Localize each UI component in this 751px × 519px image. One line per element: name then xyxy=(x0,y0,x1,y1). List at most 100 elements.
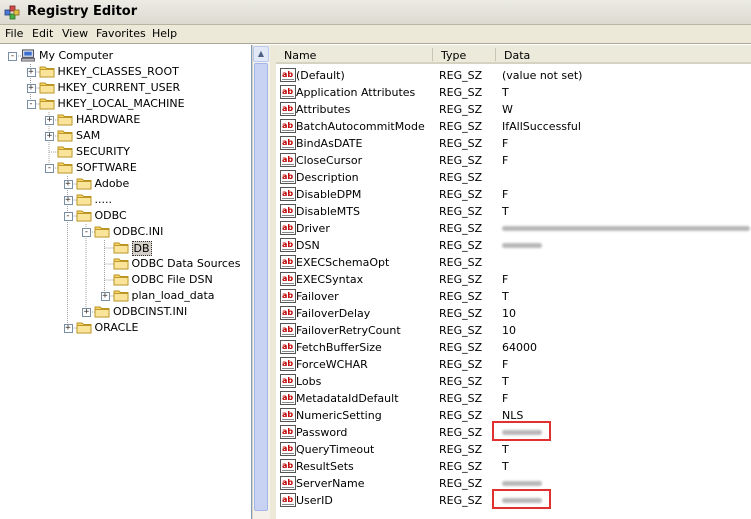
expand-icon[interactable]: + xyxy=(45,116,54,125)
expand-icon[interactable]: + xyxy=(63,196,73,205)
tree-node[interactable]: - HKEY_LOCAL_MACHINE xyxy=(0,96,251,112)
expand-icon[interactable]: + xyxy=(26,68,36,77)
collapse-icon[interactable]: - xyxy=(45,164,54,173)
value-row[interactable]: ab Driver REG_SZ xyxy=(276,220,751,237)
menu-edit[interactable]: Edit xyxy=(32,27,53,40)
value-row[interactable]: ab FailoverRetryCount REG_SZ 10 xyxy=(276,322,751,339)
tree-node[interactable]: DB xyxy=(0,240,251,256)
string-value-icon: ab xyxy=(280,442,296,456)
column-header-type[interactable]: Type xyxy=(433,45,496,64)
value-row[interactable]: ab BindAsDATE REG_SZ F xyxy=(276,135,751,152)
scroll-thumb[interactable] xyxy=(254,63,268,511)
folder-icon xyxy=(39,82,54,94)
tree-node[interactable]: + Adobe xyxy=(0,176,251,192)
value-row[interactable]: ab Application Attributes REG_SZ T xyxy=(276,84,751,101)
svg-text:ab: ab xyxy=(282,274,293,283)
value-row[interactable]: ab Lobs REG_SZ T xyxy=(276,373,751,390)
scroll-up-button[interactable]: ▲ xyxy=(253,46,269,62)
value-row[interactable]: ab ResultSets REG_SZ T xyxy=(276,458,751,475)
collapse-icon[interactable]: - xyxy=(63,212,73,221)
svg-text:ab: ab xyxy=(282,376,293,385)
tree-node-label: ODBC File DSN xyxy=(131,273,213,286)
value-data: W xyxy=(502,103,513,116)
value-row[interactable]: ab EXECSyntax REG_SZ F xyxy=(276,271,751,288)
column-separator[interactable] xyxy=(432,48,433,61)
collapse-icon[interactable]: - xyxy=(8,52,17,61)
tree-node[interactable]: ODBC Data Sources xyxy=(0,256,251,272)
expand-icon[interactable]: + xyxy=(82,308,91,317)
expand-icon[interactable]: + xyxy=(45,132,54,141)
value-type: REG_SZ xyxy=(439,443,483,456)
tree-node[interactable]: + plan_load_data xyxy=(0,288,251,304)
tree-node[interactable]: + HKEY_CLASSES_ROOT xyxy=(0,64,251,80)
value-row[interactable]: ab EXECSchemaOpt REG_SZ xyxy=(276,254,751,271)
value-row[interactable]: ab MetadataIdDefault REG_SZ F xyxy=(276,390,751,407)
value-type: REG_SZ xyxy=(439,205,483,218)
value-row[interactable]: ab DisableMTS REG_SZ T xyxy=(276,203,751,220)
tree-node[interactable]: SECURITY xyxy=(0,144,251,160)
value-type: REG_SZ xyxy=(439,171,483,184)
value-type: REG_SZ xyxy=(439,494,483,507)
tree-node[interactable]: - SOFTWARE xyxy=(0,160,251,176)
tree-node[interactable]: - ODBC.INI xyxy=(0,224,251,240)
menu-favorites[interactable]: Favorites xyxy=(96,27,146,40)
values-pane[interactable]: Name Type Data ab (Default) REG_SZ (value n… xyxy=(276,45,751,519)
string-value-icon: ab xyxy=(280,153,296,167)
string-value-icon: ab xyxy=(280,476,296,490)
folder-icon xyxy=(57,130,73,142)
value-type: REG_SZ xyxy=(439,460,483,473)
tree-node[interactable]: +..... xyxy=(0,192,251,208)
tree-node[interactable]: + HARDWARE xyxy=(0,112,251,128)
value-row[interactable]: ab Attributes REG_SZ W xyxy=(276,101,751,118)
value-row[interactable]: ab FetchBufferSize REG_SZ 64000 xyxy=(276,339,751,356)
menu-file[interactable]: File xyxy=(5,27,23,40)
tree-node[interactable]: + SAM xyxy=(0,128,251,144)
tree-scrollbar[interactable]: ▲ xyxy=(252,45,270,519)
svg-text:ab: ab xyxy=(282,359,293,368)
value-row[interactable]: ab Failover REG_SZ T xyxy=(276,288,751,305)
expand-icon[interactable]: + xyxy=(26,84,36,93)
value-row[interactable]: ab DSN REG_SZ xyxy=(276,237,751,254)
tree-node[interactable]: + ODBCINST.INI xyxy=(0,304,251,320)
value-row[interactable]: ab DisableDPM REG_SZ F xyxy=(276,186,751,203)
tree-node[interactable]: ODBC File DSN xyxy=(0,272,251,288)
expand-icon[interactable]: + xyxy=(63,324,73,333)
tree-node[interactable]: - ODBC xyxy=(0,208,251,224)
expand-icon[interactable]: + xyxy=(63,180,73,189)
string-value-icon: ab xyxy=(280,391,296,405)
tree-node[interactable]: + HKEY_CURRENT_USER xyxy=(0,80,251,96)
collapse-icon[interactable]: - xyxy=(82,228,91,237)
string-value-icon: ab xyxy=(280,272,296,286)
value-type: REG_SZ xyxy=(439,375,483,388)
folder-icon xyxy=(57,114,73,126)
column-header-data[interactable]: Data xyxy=(496,45,751,64)
tree-node-label: HARDWARE xyxy=(76,113,141,126)
svg-text:ab: ab xyxy=(282,240,293,249)
value-data: 10 xyxy=(502,307,516,320)
value-row[interactable]: ab FailoverDelay REG_SZ 10 xyxy=(276,305,751,322)
string-value-icon: ab xyxy=(280,459,296,473)
expand-icon[interactable]: + xyxy=(100,292,110,301)
value-data: T xyxy=(502,460,509,473)
svg-text:ab: ab xyxy=(282,495,293,504)
value-row[interactable]: ab ForceWCHAR REG_SZ F xyxy=(276,356,751,373)
value-row[interactable]: ab (Default) REG_SZ (value not set) xyxy=(276,67,751,84)
menu-view[interactable]: View xyxy=(62,27,88,40)
string-value-icon: ab xyxy=(280,85,296,99)
value-type: REG_SZ xyxy=(439,477,483,490)
value-row[interactable]: ab Description REG_SZ xyxy=(276,169,751,186)
column-header-name[interactable]: Name xyxy=(276,45,433,64)
value-name: Lobs xyxy=(296,375,322,388)
value-row[interactable]: ab Password REG_SZ xyxy=(276,421,751,441)
value-row[interactable]: ab UserID REG_SZ xyxy=(276,489,751,509)
value-row[interactable]: ab CloseCursor REG_SZ F xyxy=(276,152,751,169)
menu-help[interactable]: Help xyxy=(152,27,177,40)
column-separator[interactable] xyxy=(495,48,496,61)
key-tree-pane[interactable]: - My Computer + HKEY_CLASSES_ROOT + HKEY_CURR… xyxy=(0,45,252,519)
value-name: NumericSetting xyxy=(296,409,382,422)
collapse-icon[interactable]: - xyxy=(26,100,36,109)
value-row[interactable]: ab QueryTimeout REG_SZ T xyxy=(276,441,751,458)
tree-node[interactable]: - My Computer xyxy=(0,48,251,64)
value-row[interactable]: ab BatchAutocommitMode REG_SZ IfAllSuccessf… xyxy=(276,118,751,135)
tree-node[interactable]: + ORACLE xyxy=(0,320,251,336)
